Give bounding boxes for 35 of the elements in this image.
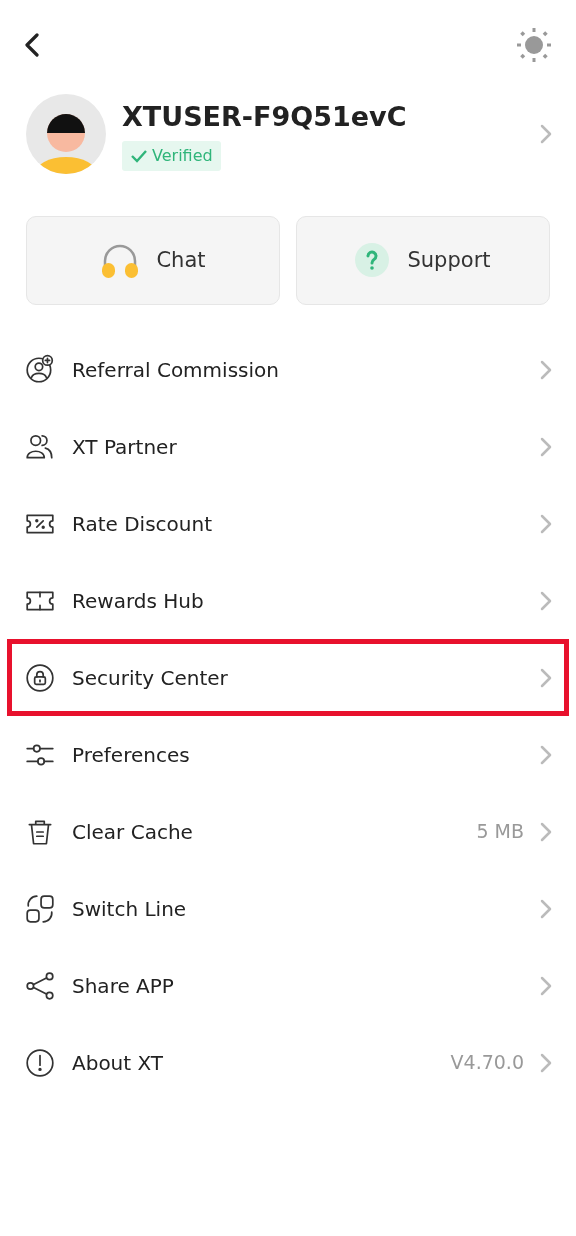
chevron-right-icon	[540, 744, 552, 765]
back-icon[interactable]	[24, 33, 40, 57]
chevron-right-icon	[540, 359, 552, 380]
share-icon	[24, 969, 56, 1002]
menu-item[interactable]: XT Partner	[0, 408, 576, 485]
menu-item[interactable]: Rewards Hub	[0, 562, 576, 639]
menu-item[interactable]: Switch Line	[0, 870, 576, 947]
sun-icon[interactable]	[516, 27, 552, 63]
check-icon	[130, 149, 148, 164]
chevron-right-icon	[540, 1052, 552, 1073]
menu-item[interactable]: Referral Commission	[0, 331, 576, 408]
verified-badge: Verified	[122, 141, 221, 172]
menu-item[interactable]: Security Center	[7, 639, 569, 716]
menu-item[interactable]: Clear Cache 5 MB	[0, 793, 576, 870]
chevron-right-icon	[540, 667, 552, 688]
alert-icon	[24, 1046, 56, 1079]
menu-item[interactable]: Preferences	[0, 716, 576, 793]
chevron-right-icon[interactable]	[540, 124, 552, 144]
help-icon	[355, 242, 392, 279]
switch-icon	[24, 892, 56, 925]
chevron-right-icon	[540, 436, 552, 457]
chat-button[interactable]: Chat	[26, 216, 280, 305]
username: XTUSER-F9Q51evC	[122, 99, 407, 134]
chevron-right-icon	[540, 513, 552, 534]
menu-item[interactable]: Rate Discount	[0, 485, 576, 562]
support-button[interactable]: Support	[296, 216, 550, 305]
chevron-right-icon	[540, 975, 552, 996]
menu-item[interactable]: Share APP	[0, 947, 576, 1024]
chevron-right-icon	[540, 821, 552, 842]
chevron-right-icon	[540, 590, 552, 611]
headphones-icon	[100, 242, 141, 279]
lock-icon	[24, 661, 56, 694]
chevron-right-icon	[540, 898, 552, 919]
person-add-icon	[24, 353, 56, 386]
menu-item[interactable]: About XT V4.70.0	[0, 1024, 576, 1101]
